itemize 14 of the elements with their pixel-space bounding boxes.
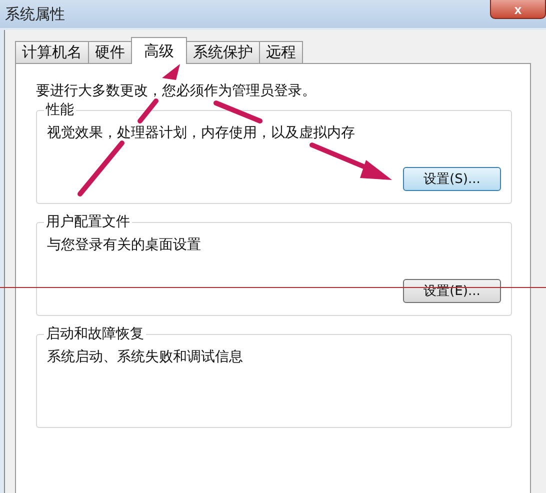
window-title: 系统属性 (5, 4, 65, 24)
group-title: 性能 (44, 101, 76, 119)
notice-text: 要进行大多数更改，您必须作为管理员登录。 (36, 82, 317, 100)
group-description: 系统启动、系统失败和调试信息 (47, 348, 244, 366)
group-title: 启动和故障恢复 (44, 325, 146, 343)
settings-button[interactable]: 设置(S)... (403, 167, 501, 191)
tab[interactable]: 远程 (259, 41, 303, 63)
tab[interactable]: 高级 (131, 37, 187, 64)
group-title: 用户配置文件 (44, 213, 132, 231)
tab[interactable]: 计算机名 (15, 41, 89, 63)
tab[interactable]: 硬件 (88, 41, 132, 63)
group-description: 与您登录有关的桌面设置 (47, 236, 202, 254)
group-description: 视觉效果，处理器计划，内存使用，以及虚拟内存 (47, 124, 356, 142)
tab[interactable]: 系统保护 (186, 41, 260, 63)
